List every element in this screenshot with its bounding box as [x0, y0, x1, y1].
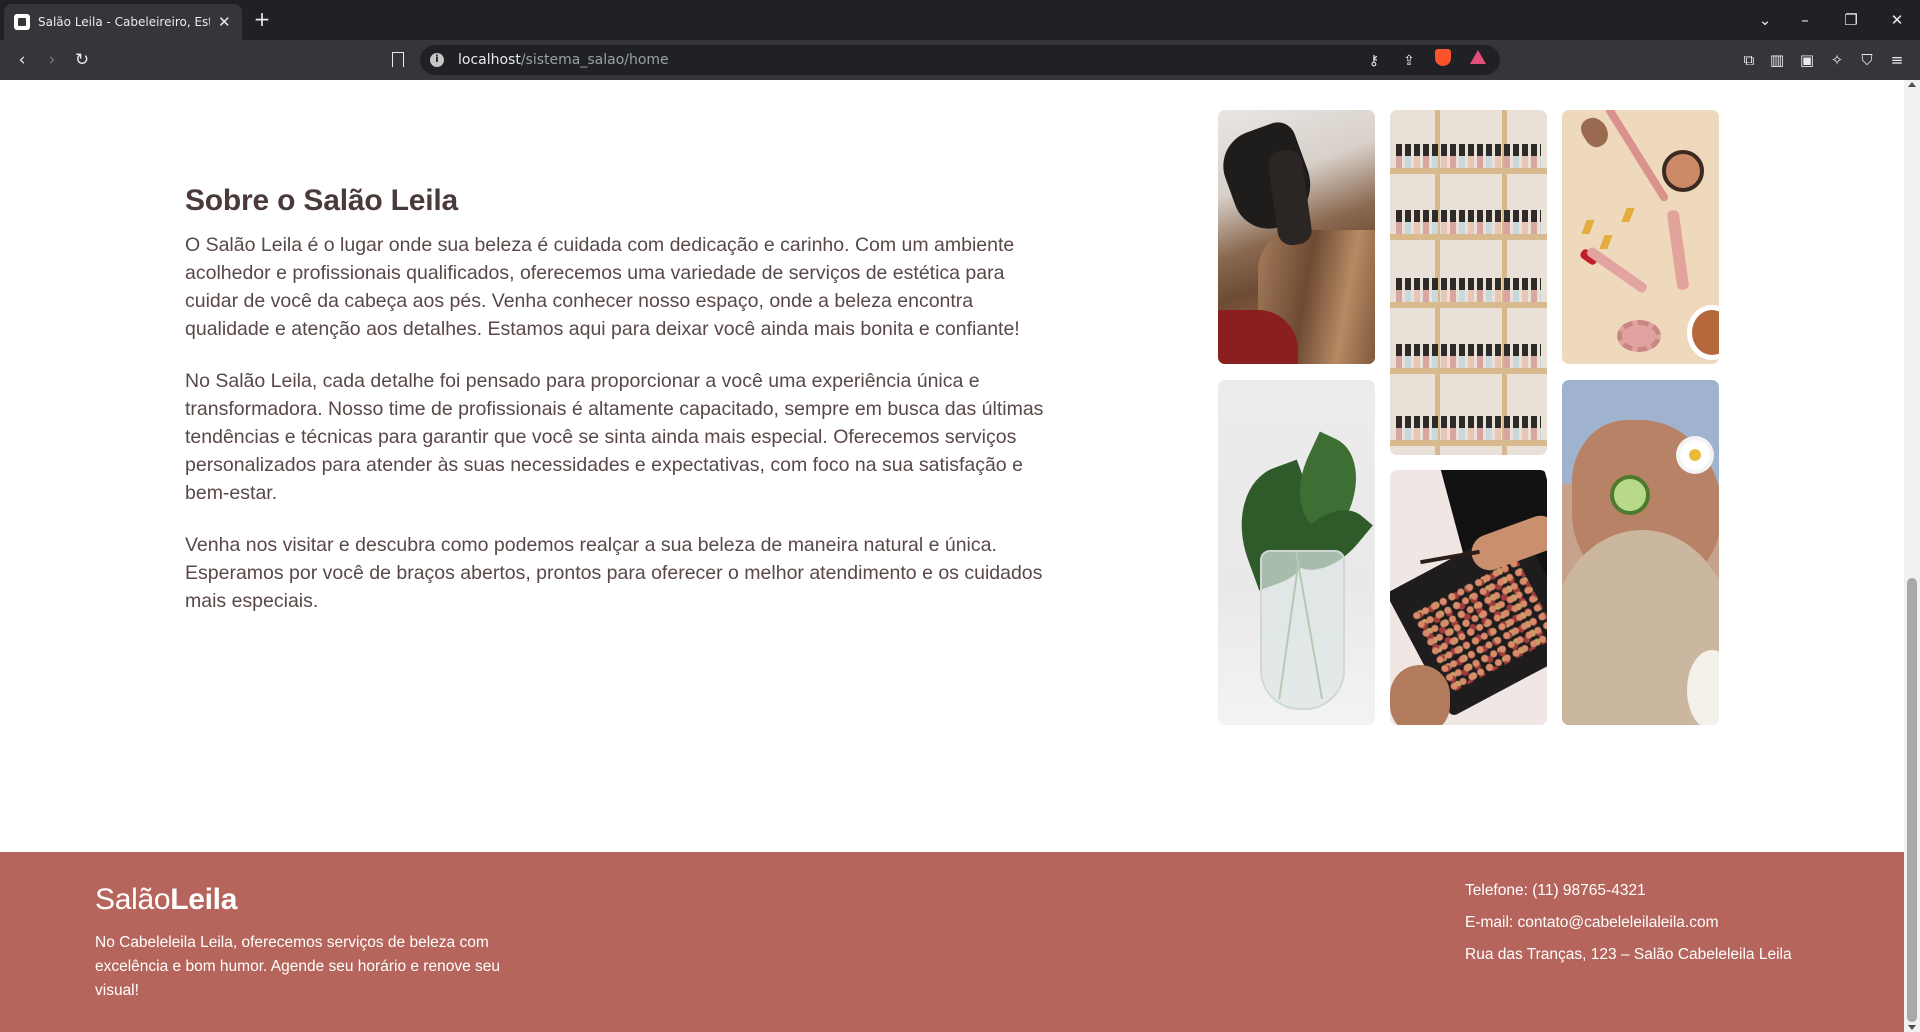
bookmark-icon[interactable]	[385, 48, 409, 72]
spa-facial-photo	[1562, 380, 1719, 725]
sidebar-icon[interactable]: ▥	[1765, 48, 1789, 72]
eyeshadow-palette-photo	[1390, 470, 1547, 725]
new-tab-button[interactable]: +	[250, 8, 274, 32]
browser-tab-active[interactable]: Salão Leila - Cabeleireiro, Estét ✕	[4, 4, 242, 40]
brave-rewards-icon[interactable]	[1470, 50, 1486, 64]
page-scrollbar[interactable]	[1904, 80, 1920, 1032]
site-footer: SalãoLeila No Cabeleleila Leila, oferece…	[0, 852, 1904, 1032]
footer-description: No Cabeleleila Leila, oferecemos serviço…	[95, 934, 500, 999]
footer-brand-logo[interactable]: SalãoLeila	[95, 883, 237, 917]
footer-address: Rua das Tranças, 123 – Salão Cabeleleila…	[1465, 946, 1792, 963]
browser-toolbar: ‹ › ↻ i localhost/sistema_salao/home ⚷ ⇪…	[0, 40, 1920, 80]
about-paragraph-3: Venha nos visitar e descubra como podemo…	[185, 534, 1043, 612]
scroll-down-arrow-icon[interactable]	[1908, 1025, 1916, 1030]
footer-phone: Telefone: (11) 98765-4321	[1465, 882, 1646, 899]
site-favicon-icon	[14, 14, 30, 30]
about-heading: Sobre o Salão Leila	[185, 184, 458, 217]
about-section: Sobre o Salão Leila O Salão Leila é o lu…	[185, 184, 1045, 639]
tab-search-chevron-icon[interactable]: ⌄	[1750, 8, 1780, 32]
browser-tab-bar: Salão Leila - Cabeleireiro, Estét ✕ + ⌄ …	[0, 0, 1920, 40]
hair-styling-photo	[1218, 110, 1375, 364]
about-paragraph-1: O Salão Leila é o lugar onde sua beleza …	[185, 234, 1020, 340]
makeup-flatlay-photo	[1562, 110, 1719, 364]
restore-window-button[interactable]: ❐	[1836, 8, 1866, 32]
vpn-shield-icon[interactable]: ⛉	[1855, 48, 1879, 72]
menu-hamburger-icon[interactable]: ≡	[1885, 48, 1909, 72]
share-icon[interactable]: ⇪	[1400, 52, 1418, 70]
tab-close-icon[interactable]: ✕	[218, 14, 231, 30]
leo-ai-icon[interactable]: ✧	[1825, 48, 1849, 72]
forward-arrow-icon[interactable]: ›	[40, 48, 64, 72]
close-window-button[interactable]: ✕	[1882, 8, 1912, 32]
about-paragraph-2: No Salão Leila, cada detalhe foi pensado…	[185, 370, 1044, 504]
scrollbar-thumb[interactable]	[1907, 578, 1917, 1022]
url-text[interactable]: localhost/sistema_salao/home	[458, 52, 669, 68]
scroll-up-arrow-icon[interactable]	[1908, 82, 1916, 87]
reload-icon[interactable]: ↻	[70, 48, 94, 72]
footer-contact-info: Telefone: (11) 98765-4321 E-mail: contat…	[1465, 881, 1792, 977]
minimize-window-button[interactable]: –	[1790, 8, 1820, 32]
footer-email: E-mail: contato@cabeleleilaleila.com	[1465, 914, 1719, 931]
plant-vase-photo	[1218, 380, 1375, 725]
brave-shields-icon[interactable]	[1435, 49, 1451, 66]
extensions-icon[interactable]: ⧉	[1737, 48, 1761, 72]
back-arrow-icon[interactable]: ‹	[10, 48, 34, 72]
nail-polish-shelf-photo	[1390, 110, 1547, 455]
site-info-icon[interactable]: i	[430, 53, 444, 67]
page-viewport: Sobre o Salão Leila O Salão Leila é o lu…	[0, 80, 1904, 1032]
wallet-icon[interactable]: ▣	[1795, 48, 1819, 72]
password-key-icon[interactable]: ⚷	[1365, 52, 1383, 70]
tab-title: Salão Leila - Cabeleireiro, Estét	[38, 15, 210, 29]
address-bar[interactable]: i localhost/sistema_salao/home ⚷ ⇪	[420, 45, 1500, 75]
